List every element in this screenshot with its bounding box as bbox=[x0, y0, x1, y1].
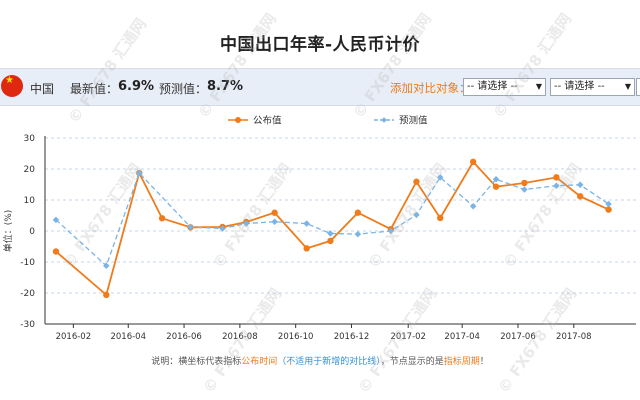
data-point-actual bbox=[492, 183, 500, 190]
data-point-actual bbox=[576, 193, 584, 200]
y-tick-label: -20 bbox=[20, 289, 35, 299]
data-point-actual bbox=[605, 206, 612, 213]
note-text-3: ！ bbox=[479, 357, 489, 367]
data-point-actual bbox=[521, 179, 528, 187]
x-tick-label: 2016-02 bbox=[56, 332, 92, 342]
x-tick-label: 2017-06 bbox=[500, 332, 536, 342]
data-point-forecast bbox=[413, 211, 420, 219]
y-tick-label: -30 bbox=[20, 320, 35, 330]
y-tick-label: 30 bbox=[24, 134, 36, 144]
y-tick-label: 0 bbox=[29, 227, 35, 237]
x-tick-label: 2016-06 bbox=[166, 332, 202, 342]
data-point-forecast bbox=[469, 202, 477, 210]
y-tick-label: 20 bbox=[24, 165, 36, 175]
data-point-forecast bbox=[553, 182, 560, 189]
data-point-forecast bbox=[303, 220, 310, 227]
line-chart: 公布值 预测值 -30 -20 -10 0 10 20 30 单位：(%) 2016-02 2016… bbox=[2, 115, 636, 342]
data-point-actual bbox=[469, 158, 477, 166]
x-tick-label: 2016-10 bbox=[278, 332, 314, 342]
series-line-forecast bbox=[55, 171, 609, 267]
note-text-2: ，节点显示的是 bbox=[380, 357, 444, 367]
data-point-actual bbox=[52, 248, 60, 255]
data-point-forecast bbox=[521, 186, 528, 193]
x-tick-label: 2017-08 bbox=[556, 332, 592, 342]
data-point-actual bbox=[327, 237, 334, 245]
x-tick-label: 2017-02 bbox=[390, 332, 426, 342]
y-tick-label: -10 bbox=[20, 258, 35, 268]
legend-marker bbox=[381, 117, 387, 123]
data-point-forecast bbox=[576, 181, 584, 189]
note-not-applicable: （不适用于新增的对比线） bbox=[277, 357, 381, 367]
data-point-actual bbox=[437, 214, 444, 222]
data-point-actual bbox=[303, 245, 310, 252]
note-publish-time: 公布时间 bbox=[241, 357, 278, 367]
note-text-1: 说明：横坐标代表指标 bbox=[151, 357, 242, 367]
x-tick-label: 2016-08 bbox=[222, 332, 258, 342]
data-point-forecast bbox=[354, 230, 362, 238]
legend-label: 预测值 bbox=[399, 115, 428, 127]
y-axis-label: 单位：(%) bbox=[2, 210, 14, 253]
data-point-actual bbox=[354, 209, 362, 216]
data-point-actual bbox=[553, 174, 560, 181]
data-point-actual bbox=[103, 291, 110, 299]
y-tick-label: 10 bbox=[24, 196, 36, 206]
legend-marker bbox=[235, 117, 241, 123]
chart-note: 说明：横坐标代表指标公布时间（不适用于新增的对比线），节点显示的是指标周期！ bbox=[0, 354, 640, 367]
note-indicator-period: 指标周期 bbox=[443, 357, 480, 367]
data-point-forecast bbox=[271, 218, 278, 225]
x-tick-label: 2016-04 bbox=[110, 332, 146, 342]
data-point-actual bbox=[158, 215, 166, 222]
data-point-actual bbox=[271, 209, 278, 216]
x-tick-label: 2016-12 bbox=[334, 332, 370, 342]
data-point-actual bbox=[413, 178, 420, 185]
legend-label: 公布值 bbox=[253, 115, 282, 127]
x-tick-label: 2017-04 bbox=[444, 332, 480, 342]
